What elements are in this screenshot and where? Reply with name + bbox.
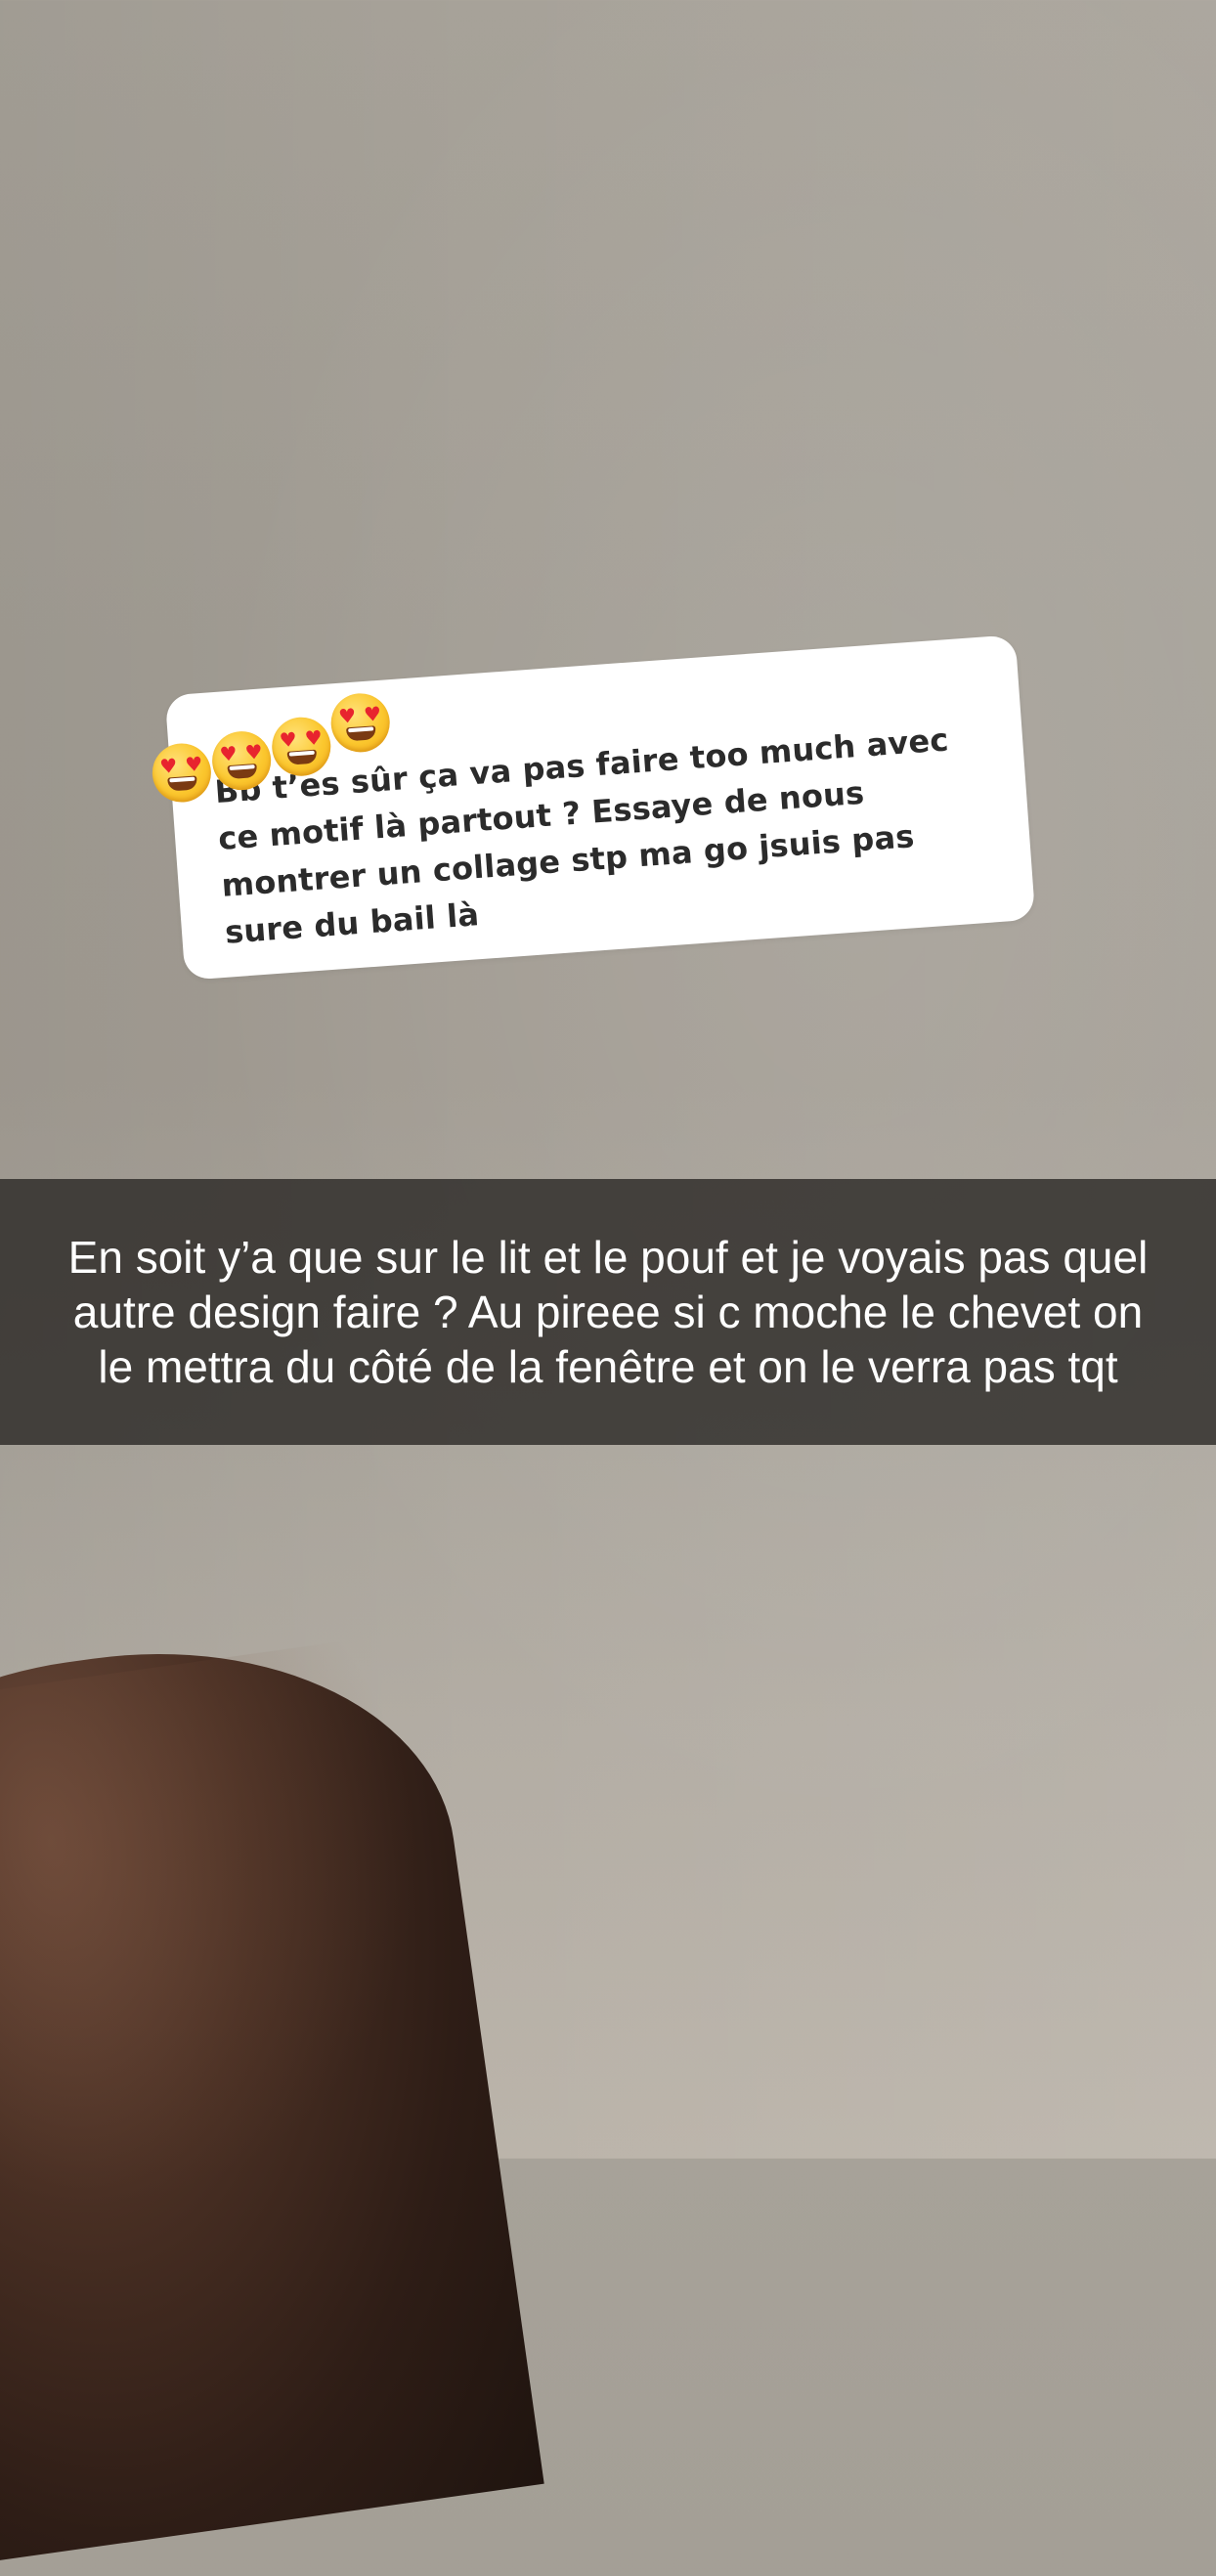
- heart-eyes-emoji-icon: ♥ ♥: [270, 715, 333, 778]
- caption-text: En soit y’a que sur le lit et le pouf et…: [67, 1232, 1149, 1392]
- caption-bar[interactable]: En soit y’a que sur le lit et le pouf et…: [0, 1179, 1216, 1445]
- heart-eyes-emoji-icon: ♥ ♥: [328, 691, 392, 755]
- heart-eyes-emoji-icon: ♥ ♥: [150, 741, 213, 805]
- emoji-sticker-row[interactable]: ♥ ♥ ♥ ♥ ♥ ♥ ♥ ♥: [148, 683, 447, 805]
- finger-shading: [0, 1626, 528, 2285]
- heart-eyes-emoji-icon: ♥ ♥: [210, 729, 274, 793]
- quoted-reply-card[interactable]: Bb t’es sûr ça va pas faire too much ave…: [164, 634, 1036, 981]
